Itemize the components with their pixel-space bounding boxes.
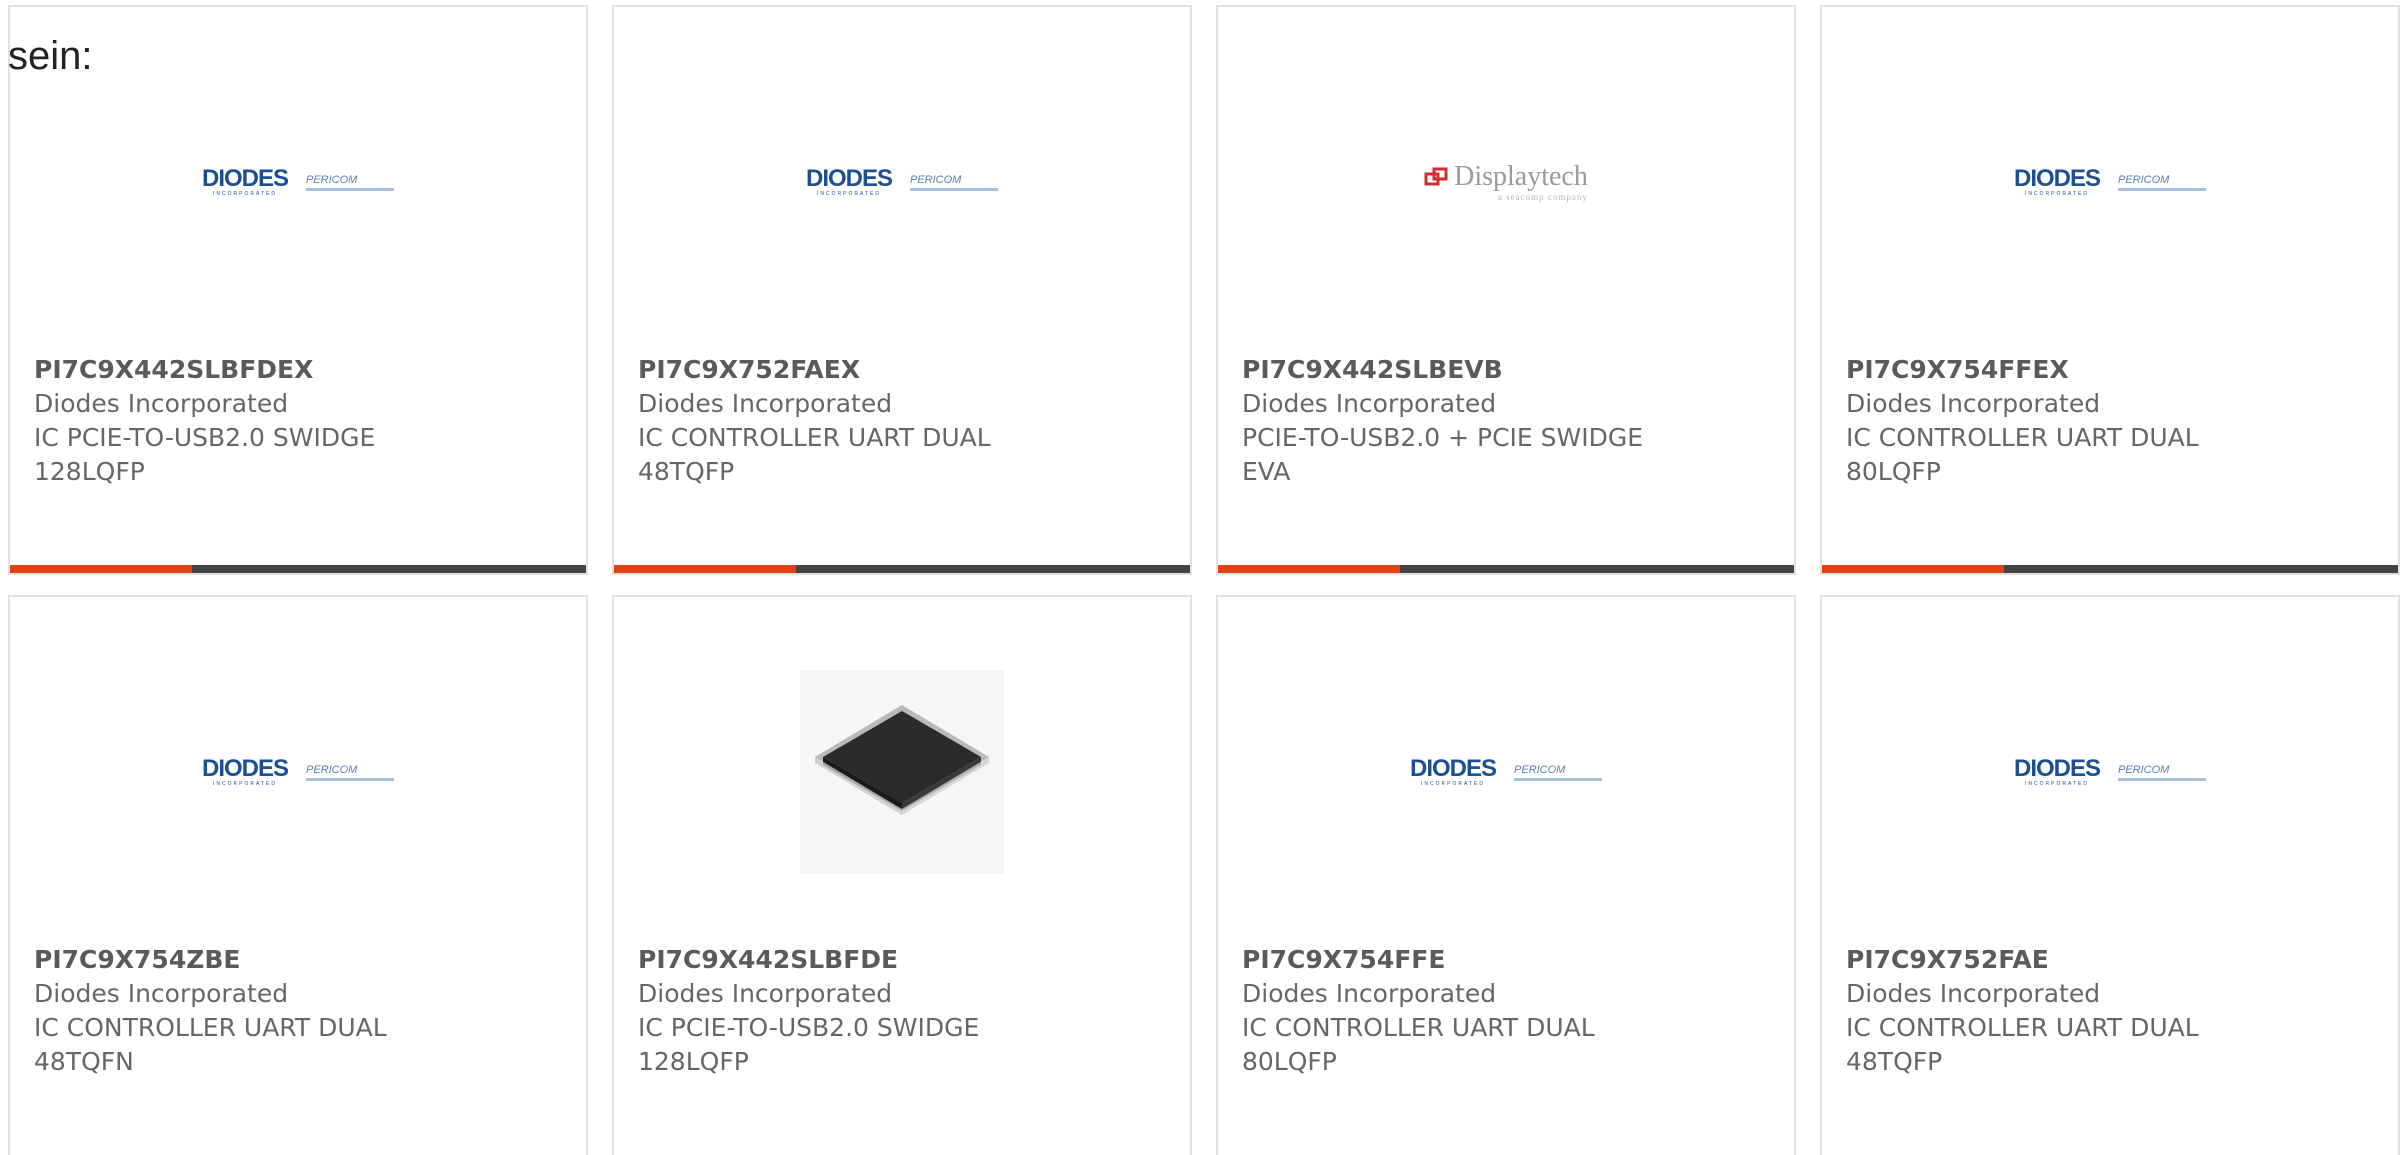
product-image[interactable]: DIODES INCORPORATED PERICOM: [1822, 649, 2398, 895]
card-footer-bar: [10, 565, 586, 573]
description-line-2: 80LQFP: [1846, 457, 1941, 486]
lqfp-chip-photo: [800, 670, 1004, 874]
description-line-2: 128LQFP: [638, 1047, 749, 1076]
part-number-link[interactable]: PI7C9X752FAEX: [638, 353, 1058, 387]
part-number-link[interactable]: PI7C9X442SLBFDE: [638, 943, 1058, 977]
description-line-1: IC PCIE-TO-USB2.0 SWIDGE: [34, 423, 376, 452]
product-card[interactable]: DIODES INCORPORATED PERICOM PI7C9X754ZBE …: [8, 595, 588, 1155]
part-number-link[interactable]: PI7C9X752FAE: [1846, 943, 2266, 977]
manufacturer: Diodes Incorporated: [1242, 389, 1497, 418]
product-card[interactable]: DIODES INCORPORATED PERICOM PI7C9X752FAE …: [1820, 595, 2400, 1155]
description-line-2: 48TQFP: [638, 457, 735, 486]
product-image[interactable]: Displaytech a seacomp company: [1218, 59, 1794, 305]
displaytech-mark-icon: [1424, 167, 1448, 186]
description-line-1: IC PCIE-TO-USB2.0 SWIDGE: [638, 1013, 980, 1042]
product-card[interactable]: PI7C9X442SLBFDE Diodes Incorporated IC P…: [612, 595, 1192, 1155]
product-image[interactable]: DIODES INCORPORATED PERICOM: [1218, 649, 1794, 895]
description-line-1: IC CONTROLLER UART DUAL: [638, 423, 991, 452]
description-line-1: IC CONTROLLER UART DUAL: [1846, 1013, 2199, 1042]
diodes-pericom-logo: DIODES INCORPORATED PERICOM: [202, 167, 394, 197]
product-card[interactable]: DIODES INCORPORATED PERICOM PI7C9X442SLBF…: [8, 5, 588, 575]
manufacturer: Diodes Incorporated: [1846, 389, 2101, 418]
chip-icon: [815, 705, 989, 815]
part-number-link[interactable]: PI7C9X442SLBEVB: [1242, 353, 1662, 387]
displaytech-logo: Displaytech a seacomp company: [1424, 162, 1588, 202]
description-line-1: IC CONTROLLER UART DUAL: [1242, 1013, 1595, 1042]
part-number-link[interactable]: PI7C9X442SLBFDEX: [34, 353, 454, 387]
manufacturer: Diodes Incorporated: [1242, 979, 1497, 1008]
product-image[interactable]: DIODES INCORPORATED PERICOM: [614, 59, 1190, 305]
description-line-1: PCIE-TO-USB2.0 + PCIE SWIDGE: [1242, 423, 1644, 452]
product-image[interactable]: DIODES INCORPORATED PERICOM: [10, 649, 586, 895]
manufacturer: Diodes Incorporated: [34, 979, 289, 1008]
diodes-pericom-logo: DIODES INCORPORATED PERICOM: [202, 757, 394, 787]
product-card[interactable]: DIODES INCORPORATED PERICOM PI7C9X754FFE …: [1216, 595, 1796, 1155]
product-image[interactable]: DIODES INCORPORATED PERICOM: [10, 59, 586, 305]
card-footer-bar: [614, 565, 1190, 573]
description-line-1: IC CONTROLLER UART DUAL: [34, 1013, 387, 1042]
description-line-1: IC CONTROLLER UART DUAL: [1846, 423, 2199, 452]
card-footer-bar: [1218, 565, 1794, 573]
manufacturer: Diodes Incorporated: [638, 979, 893, 1008]
product-card[interactable]: DIODES INCORPORATED PERICOM PI7C9X752FAEX…: [612, 5, 1192, 575]
diodes-pericom-logo: DIODES INCORPORATED PERICOM: [806, 167, 998, 197]
part-number-link[interactable]: PI7C9X754ZBE: [34, 943, 454, 977]
manufacturer: Diodes Incorporated: [638, 389, 893, 418]
description-line-2: 80LQFP: [1242, 1047, 1337, 1076]
description-line-2: 128LQFP: [34, 457, 145, 486]
product-image[interactable]: [614, 649, 1190, 895]
diodes-pericom-logo: DIODES INCORPORATED PERICOM: [1410, 757, 1602, 787]
manufacturer: Diodes Incorporated: [34, 389, 289, 418]
product-card[interactable]: DIODES INCORPORATED PERICOM PI7C9X754FFEX…: [1820, 5, 2400, 575]
manufacturer: Diodes Incorporated: [1846, 979, 2101, 1008]
part-number-link[interactable]: PI7C9X754FFEX: [1846, 353, 2266, 387]
description-line-2: 48TQFN: [34, 1047, 134, 1076]
part-number-link[interactable]: PI7C9X754FFE: [1242, 943, 1662, 977]
diodes-pericom-logo: DIODES INCORPORATED PERICOM: [2014, 757, 2206, 787]
intro-text: sein:: [8, 34, 93, 78]
description-line-2: EVA: [1242, 457, 1291, 486]
description-line-2: 48TQFP: [1846, 1047, 1943, 1076]
diodes-pericom-logo: DIODES INCORPORATED PERICOM: [2014, 167, 2206, 197]
card-footer-bar: [1822, 565, 2398, 573]
product-card[interactable]: Displaytech a seacomp company PI7C9X442S…: [1216, 5, 1796, 575]
product-image[interactable]: DIODES INCORPORATED PERICOM: [1822, 59, 2398, 305]
